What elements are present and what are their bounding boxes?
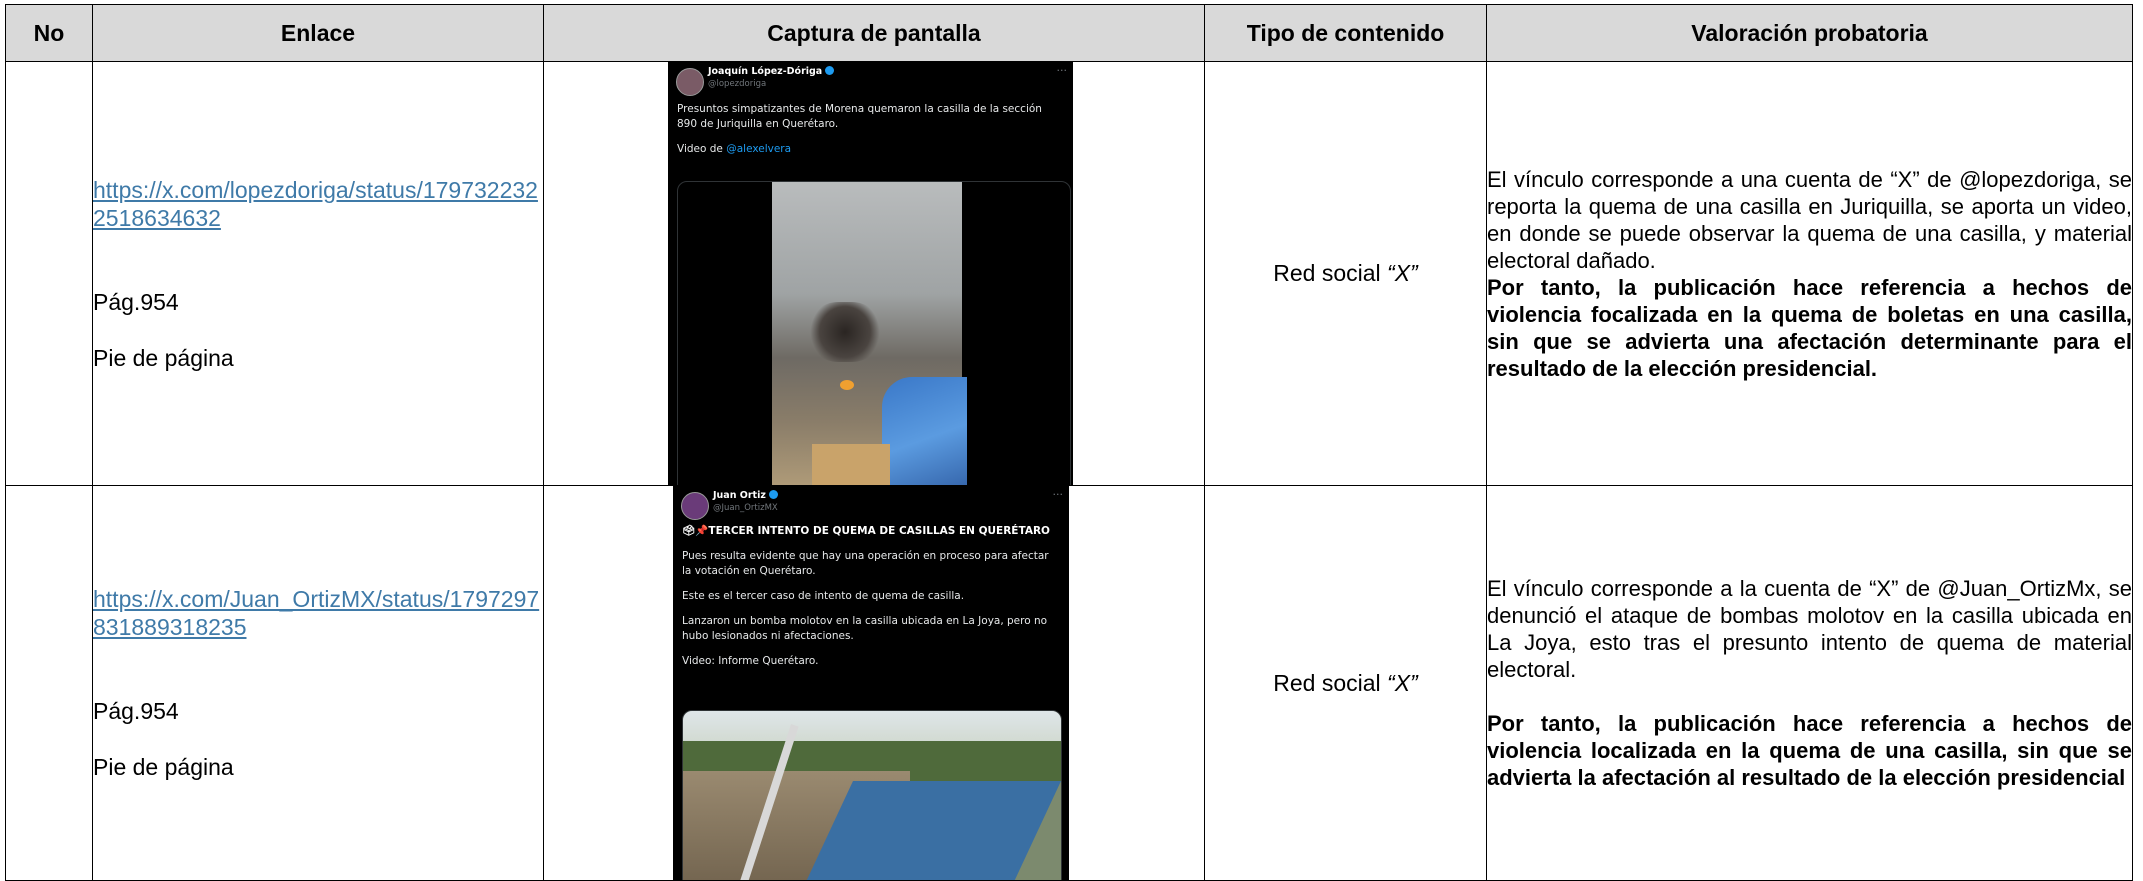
avatar [681,492,709,520]
avatar [676,68,704,96]
tweet-screenshot: Juan Ortiz @Juan_OrtizMX ··· 🗳📌TERCER IN… [673,486,1069,880]
table-row: https://x.com/Juan_OrtizMX/status/179729… [5,485,2133,881]
assessment-text: El vínculo corresponde a una cuenta de “… [1487,166,2132,273]
header-captura: Captura de pantalla [543,4,1205,62]
tweet-author: Joaquín López-Dóriga [708,66,835,77]
tweet-link[interactable]: https://x.com/Juan_OrtizMX/status/179729… [93,585,543,641]
tweet-author: Juan Ortiz [713,490,778,501]
evidence-assessment: El vínculo corresponde a una cuenta de “… [1486,61,2133,486]
more-options-icon: ··· [1056,64,1068,77]
content-type: Red social “X” [1204,61,1487,486]
tweet-body: 🗳📌TERCER INTENTO DE QUEMA DE CASILLAS EN… [682,524,1059,679]
table-row: https://x.com/lopezdoriga/status/1797322… [5,61,2133,486]
link-cell: https://x.com/Juan_OrtizMX/status/179729… [92,485,544,881]
tweet-handle: @Juan_OrtizMX [713,503,778,513]
assessment-text: El vínculo corresponde a la cuenta de “X… [1487,576,2132,682]
header-row: No Enlace Captura de pantalla Tipo de co… [5,4,2133,62]
row-number [5,61,93,486]
more-options-icon: ··· [1052,488,1064,501]
tweet-paragraph: Video: Informe Querétaro. [682,655,819,667]
assessment-conclusion: Por tanto, la publicación hace referenci… [1487,711,2132,790]
header-valoracion: Valoración probatoria [1486,4,2133,62]
assessment-conclusion: Por tanto, la publicación hace referenci… [1487,274,2132,381]
page-reference: Pág.954 [93,698,179,724]
tweet-headline: 🗳📌TERCER INTENTO DE QUEMA DE CASILLAS EN… [682,525,1050,537]
tweet-video [677,181,1071,485]
tweet-screenshot: Joaquín López-Dóriga @lopezdoriga ··· Pr… [668,62,1073,485]
tweet-credit: Video de @alexelvera [677,143,792,155]
ballot-box-icon: 🗳📌 [682,525,709,537]
tweet-paragraph: Pues resulta evidente que hay una operac… [682,550,1049,577]
content-type: Red social “X” [1204,485,1487,881]
page-reference: Pág.954 [93,288,179,315]
header-enlace: Enlace [92,4,544,62]
tweet-paragraph: Lanzaron un bomba molotov en la casilla … [682,615,1048,642]
row-number [5,485,93,881]
tweet-body: Presuntos simpatizantes de Morena quemar… [677,102,1063,167]
tweet-video [682,710,1062,880]
evidence-table: No Enlace Captura de pantalla Tipo de co… [5,4,2133,881]
video-frame [772,182,967,485]
tweet-paragraph: Este es el tercer caso de intento de que… [682,590,965,602]
evidence-assessment: El vínculo corresponde a la cuenta de “X… [1486,485,2133,881]
tweet-handle: @lopezdoriga [708,79,767,89]
header-tipo: Tipo de contenido [1204,4,1487,62]
verified-badge-icon [768,490,778,499]
footnote-reference: Pie de página [93,344,234,371]
screenshot-cell: Joaquín López-Dóriga @lopezdoriga ··· Pr… [543,61,1205,486]
screenshot-cell: Juan Ortiz @Juan_OrtizMX ··· 🗳📌TERCER IN… [543,485,1205,881]
header-no: No [5,4,93,62]
link-cell: https://x.com/lopezdoriga/status/1797322… [92,61,544,486]
tweet-text: Presuntos simpatizantes de Morena quemar… [677,103,1042,130]
tweet-link[interactable]: https://x.com/lopezdoriga/status/1797322… [93,176,543,232]
verified-badge-icon [825,66,835,75]
footnote-reference: Pie de página [93,754,234,780]
